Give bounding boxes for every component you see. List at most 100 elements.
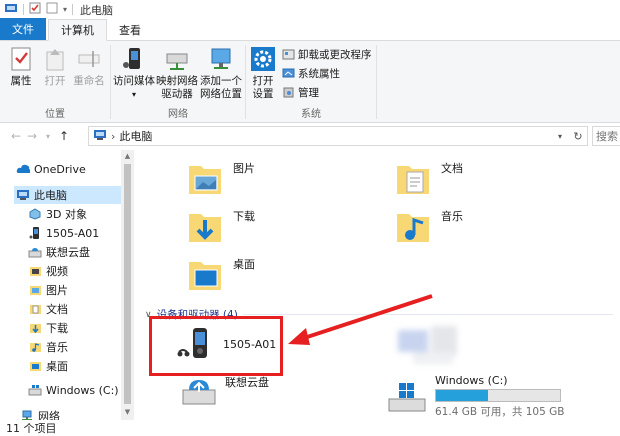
rename-label: 重命名	[73, 75, 105, 87]
forward-arrow-icon[interactable]: →	[24, 126, 40, 146]
windows-drive-icon	[28, 383, 42, 397]
address-bar[interactable]: › 此电脑 ▾ ↻	[88, 126, 588, 146]
nav-3d-objects-label: 3D 对象	[46, 208, 87, 221]
media-player-icon	[120, 45, 148, 73]
folder-documents[interactable]: 文档	[393, 158, 463, 198]
scrollbar-thumb[interactable]	[124, 164, 131, 404]
address-dropdown-icon[interactable]: ▾	[551, 132, 569, 141]
nav-lenovo-cloud[interactable]: 联想云盘	[28, 243, 90, 261]
manage-button[interactable]: 管理	[282, 84, 319, 100]
nav-this-pc-label: 此电脑	[34, 189, 67, 202]
navigation-pane: OneDrive 此电脑 3D 对象 1505-A01 联想云盘 视频 图片 文…	[0, 150, 135, 423]
navigation-bar: ← → ▾ ↑ › 此电脑 ▾ ↻	[0, 124, 620, 148]
network-drive-icon	[163, 45, 191, 73]
tab-computer[interactable]: 计算机	[48, 19, 107, 41]
back-arrow-icon[interactable]: ←	[8, 126, 24, 146]
manage-label: 管理	[298, 86, 319, 99]
recent-dropdown-icon[interactable]: ▾	[40, 126, 56, 146]
access-media-dropdown-icon: ▾	[131, 90, 136, 99]
nav-desktop-label: 桌面	[46, 360, 68, 373]
nav-this-pc[interactable]: 此电脑	[14, 186, 121, 204]
3d-objects-icon	[28, 207, 42, 221]
nav-pictures-label: 图片	[46, 284, 68, 297]
nav-device-1505-label: 1505-A01	[46, 226, 100, 240]
nav-desktop[interactable]: 桌面	[28, 357, 68, 375]
nav-onedrive-label: OneDrive	[34, 162, 86, 176]
cloud-drive-icon	[181, 374, 217, 408]
access-media-button[interactable]: 访问媒体 ▾	[113, 45, 155, 101]
nav-device-1505[interactable]: 1505-A01	[28, 224, 99, 242]
settings-gear-icon	[249, 45, 277, 73]
group-network-label: 网络	[168, 109, 188, 120]
uninstall-label: 卸载或更改程序	[298, 48, 372, 61]
nav-3d-objects[interactable]: 3D 对象	[28, 205, 87, 223]
nav-windows-c-label: Windows (C:)	[46, 383, 119, 397]
media-player-icon	[28, 226, 42, 240]
quick-access-dropdown-icon[interactable]: ▾	[63, 5, 67, 14]
nav-onedrive[interactable]: OneDrive	[16, 160, 86, 178]
open-settings-label-1: 打开	[252, 75, 274, 87]
folder-downloads[interactable]: 下载	[185, 206, 255, 246]
drive-usage-bar	[435, 389, 561, 402]
device-lenovo-cloud[interactable]: 联想云盘	[181, 374, 269, 408]
title-bar: ▾ 此电脑	[0, 0, 620, 19]
system-properties-icon	[282, 67, 295, 80]
windows-drive-icon	[387, 379, 427, 415]
nav-music[interactable]: 音乐	[28, 338, 68, 356]
app-icon[interactable]	[4, 2, 18, 17]
folder-downloads-label: 下载	[233, 210, 255, 223]
search-input[interactable]	[592, 126, 620, 146]
uninstall-programs-button[interactable]: 卸载或更改程序	[282, 46, 372, 62]
add-location-label-1: 添加一个	[200, 75, 242, 87]
properties-check-icon[interactable]	[29, 2, 41, 17]
nav-downloads[interactable]: 下载	[28, 319, 68, 337]
device-windows-c-label: Windows (C:)	[435, 374, 508, 387]
map-drive-label-1: 映射网络	[156, 75, 198, 87]
annotation-arrow	[288, 294, 433, 345]
group-system: 打开 设置 卸载或更改程序 系统属性 管理 系统	[246, 41, 376, 123]
drive-usage-fill	[436, 390, 489, 401]
scroll-up-icon[interactable]: ▲	[121, 150, 134, 162]
device-lenovo-cloud-label: 联想云盘	[225, 376, 269, 389]
map-network-drive-button[interactable]: 映射网络 驱动器	[155, 45, 199, 101]
window-title: 此电脑	[80, 3, 114, 17]
refresh-icon[interactable]: ↻	[569, 130, 587, 143]
folder-music[interactable]: 音乐	[393, 206, 463, 246]
content-area: 图片 文档 下载 音乐 桌面 ∨ 设备和驱动器 (4) 1505-A01 联想云…	[135, 150, 620, 420]
add-location-label-2: 网络位置	[200, 88, 242, 100]
open-button[interactable]: 打开	[40, 45, 70, 88]
system-properties-button[interactable]: 系统属性	[282, 65, 340, 81]
nav-windows-c[interactable]: Windows (C:)	[28, 381, 119, 399]
nav-pictures[interactable]: 图片	[28, 281, 68, 299]
scroll-down-icon[interactable]: ▼	[121, 406, 134, 418]
video-folder-icon	[28, 264, 42, 278]
nav-documents-label: 文档	[46, 303, 68, 316]
up-arrow-icon[interactable]: ↑	[56, 126, 72, 146]
manage-icon	[282, 86, 295, 99]
nav-documents[interactable]: 文档	[28, 300, 68, 318]
folder-pictures[interactable]: 图片	[185, 158, 255, 198]
open-settings-label-2: 设置	[252, 88, 274, 100]
open-settings-button[interactable]: 打开 设置	[248, 45, 278, 101]
new-folder-icon[interactable]	[46, 2, 58, 17]
properties-button[interactable]: 属性	[6, 45, 36, 88]
tab-view[interactable]: 查看	[107, 19, 153, 40]
device-windows-c[interactable]: Windows (C:) 61.4 GB 可用，共 105 GB	[387, 374, 564, 419]
group-location: 属性 打开 重命名 位置	[0, 41, 110, 123]
group-system-label: 系统	[301, 109, 321, 120]
network-location-icon	[207, 45, 235, 73]
rename-icon	[75, 45, 103, 73]
status-bar: 11 个项目	[0, 420, 620, 436]
navpane-scrollbar[interactable]: ▲ ▼	[121, 150, 134, 420]
cloud-drive-icon	[28, 245, 42, 259]
rename-button[interactable]: 重命名	[72, 45, 106, 88]
add-network-location-button[interactable]: 添加一个 网络位置	[199, 45, 243, 101]
tab-file[interactable]: 文件	[0, 18, 46, 40]
nav-videos[interactable]: 视频	[28, 262, 68, 280]
access-media-label: 访问媒体	[113, 75, 155, 87]
documents-folder-icon	[393, 158, 433, 198]
folder-desktop[interactable]: 桌面	[185, 254, 255, 294]
open-icon	[41, 45, 69, 73]
title-separator	[23, 4, 24, 15]
breadcrumb-this-pc[interactable]: 此电脑	[119, 128, 152, 144]
